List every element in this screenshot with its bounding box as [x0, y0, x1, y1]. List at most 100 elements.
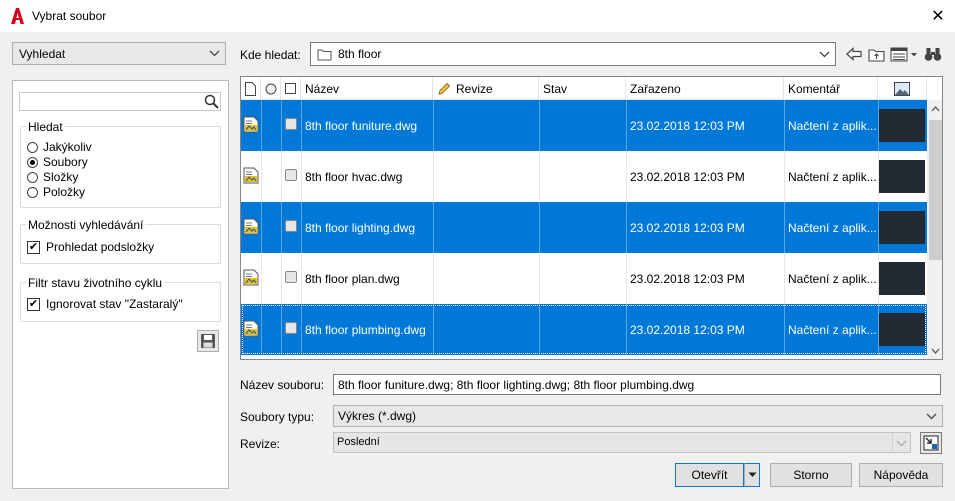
binoculars-icon: [924, 48, 942, 61]
radio-folders[interactable]: Složky: [27, 170, 78, 184]
search-input[interactable]: [19, 92, 221, 111]
table-header: Název Revize Stav Zařazeno Komentář: [241, 77, 927, 100]
filetype-label: Soubory typu:: [240, 410, 315, 424]
cell-revision: [433, 151, 539, 202]
radio-button[interactable]: [27, 141, 38, 153]
column-date[interactable]: Zařazeno: [626, 77, 784, 100]
drawing-thumbnail: [879, 211, 925, 244]
column-revision-label: Revize: [456, 81, 493, 96]
revision-select[interactable]: Poslední: [333, 432, 911, 453]
column-state[interactable]: Stav: [539, 77, 626, 100]
row-checkbox[interactable]: [285, 118, 297, 130]
radio-button[interactable]: [27, 171, 38, 183]
chevron-down-icon: [819, 51, 830, 58]
cell-name: 8th floor plumbing.dwg: [305, 322, 426, 337]
row-checkbox[interactable]: [285, 220, 297, 232]
column-comment[interactable]: Komentář: [784, 77, 878, 100]
dwg-file-icon: [243, 320, 259, 337]
row-checkbox[interactable]: [285, 169, 297, 181]
row-checkbox[interactable]: [285, 322, 297, 334]
column-revision[interactable]: Revize: [433, 77, 539, 100]
table-row[interactable]: 8th floor hvac.dwg 23.02.2018 12:03 PM Nač…: [241, 151, 927, 202]
table-row[interactable]: 8th floor funiture.dwg 23.02.2018 12:03 P…: [241, 100, 927, 151]
cell-revision: [433, 202, 539, 253]
radio-label: Složky: [43, 170, 79, 184]
cell-comment: Načtení z aplik...: [788, 322, 877, 337]
cell-date: 23.02.2018 12:03 PM: [630, 118, 745, 133]
cell-state: [539, 253, 626, 304]
scroll-down-icon[interactable]: [931, 347, 940, 355]
drawing-thumbnail: [879, 262, 925, 295]
close-button[interactable]: ✕: [924, 4, 952, 28]
checkbox-icon: [285, 83, 296, 94]
cancel-button[interactable]: Storno: [770, 463, 852, 487]
scrollbar-thumb[interactable]: [929, 120, 942, 260]
look-in-select[interactable]: 8th floor: [310, 42, 836, 66]
cell-date: 23.02.2018 12:03 PM: [630, 169, 745, 184]
search-mode-value: Vyhledat: [19, 47, 66, 61]
column-file-icon[interactable]: [241, 77, 261, 100]
row-checkbox[interactable]: [285, 271, 297, 283]
save-search-button[interactable]: [197, 330, 219, 352]
autocad-logo-icon: [11, 8, 24, 24]
column-separator: [281, 202, 282, 253]
table-row[interactable]: 8th floor plan.dwg 23.02.2018 12:03 PM Nač…: [241, 253, 927, 304]
table-row[interactable]: 8th floor plumbing.dwg 23.02.2018 12:03 P…: [241, 304, 927, 355]
up-folder-button[interactable]: [867, 44, 885, 64]
radio-items[interactable]: Položky: [27, 185, 85, 199]
circle-icon: [265, 83, 277, 94]
search-subfolders-checkbox[interactable]: ✔ Prohledat podsložky: [27, 240, 154, 254]
dwg-file-icon: [243, 116, 259, 133]
column-preview[interactable]: [878, 77, 927, 100]
table-row[interactable]: 8th floor lighting.dwg 23.02.2018 12:03 P…: [241, 202, 927, 253]
search-icon[interactable]: [203, 93, 220, 110]
drawing-thumbnail: [879, 109, 925, 142]
revision-dropdown-arrow[interactable]: [892, 433, 910, 452]
radio-any[interactable]: Jakýkoliv: [27, 140, 92, 154]
filename-input[interactable]: 8th floor funiture.dwg; 8th floor lighti…: [333, 374, 941, 395]
cell-state: [539, 202, 626, 253]
checkbox[interactable]: ✔: [27, 297, 40, 311]
select-revision-button[interactable]: [920, 432, 942, 454]
vertical-scrollbar[interactable]: [927, 100, 942, 359]
search-mode-select[interactable]: Vyhledat: [12, 42, 226, 65]
column-status[interactable]: [261, 77, 281, 100]
scroll-up-icon[interactable]: [931, 105, 940, 113]
image-icon: [894, 81, 910, 96]
column-separator: [261, 100, 262, 151]
column-separator: [281, 253, 282, 304]
column-separator: [281, 304, 282, 355]
column-checkout[interactable]: [281, 77, 301, 100]
open-options-dropdown[interactable]: [744, 463, 760, 487]
floppy-disk-icon: [201, 334, 215, 348]
file-list[interactable]: Název Revize Stav Zařazeno Komentář 8th …: [240, 76, 943, 360]
cell-comment: Načtení z aplik...: [788, 169, 877, 184]
cell-state: [539, 100, 626, 151]
find-group-label: Hledat: [26, 120, 65, 134]
radio-button[interactable]: [27, 156, 38, 168]
view-menu-button[interactable]: [890, 44, 918, 64]
back-button[interactable]: [845, 44, 863, 64]
radio-files[interactable]: Soubory: [27, 155, 88, 169]
help-button[interactable]: Nápověda: [859, 463, 943, 487]
ignore-obsolete-checkbox[interactable]: ✔ Ignorovat stav "Zastaralý": [27, 297, 183, 311]
filetype-select[interactable]: Výkres (*.dwg): [333, 405, 943, 427]
triangle-down-icon: [748, 472, 756, 477]
lifecycle-filter-label: Filtr stavu životního cyklu: [26, 276, 165, 290]
column-separator: [261, 253, 262, 304]
checkbox-label: Ignorovat stav "Zastaralý": [46, 297, 183, 311]
radio-button[interactable]: [27, 186, 38, 198]
checkbox[interactable]: ✔: [27, 240, 40, 254]
checkbox-label: Prohledat podsložky: [46, 240, 155, 254]
column-name[interactable]: Název: [301, 77, 433, 100]
column-separator: [261, 202, 262, 253]
arrow-left-icon: [846, 47, 862, 61]
open-button[interactable]: Otevřít: [675, 463, 744, 487]
find-button[interactable]: [923, 44, 943, 64]
cell-comment: Načtení z aplik...: [788, 271, 877, 286]
pencil-icon: [438, 82, 451, 95]
cell-date: 23.02.2018 12:03 PM: [630, 271, 745, 286]
cell-state: [539, 304, 626, 355]
column-separator: [261, 304, 262, 355]
title-bar: [0, 0, 955, 32]
